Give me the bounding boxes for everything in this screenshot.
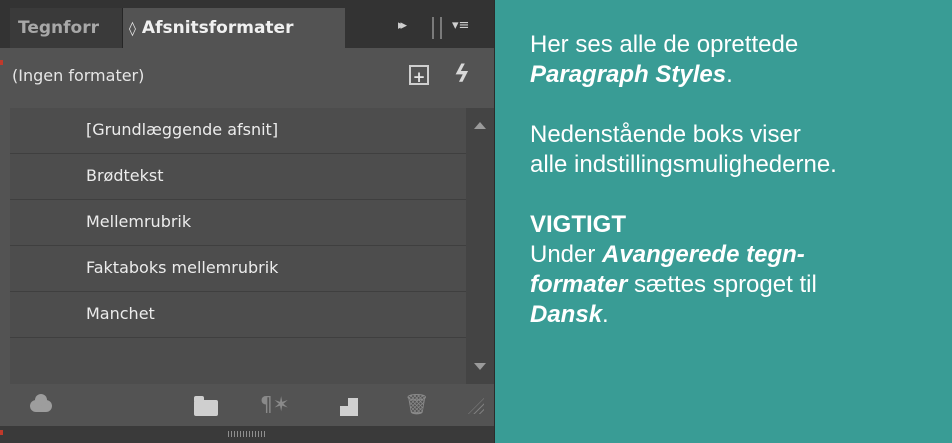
vertical-scrollbar[interactable] bbox=[466, 108, 494, 384]
trash-icon[interactable]: 🗑 bbox=[404, 390, 429, 418]
current-style-row: (Ingen formater) + ϟ bbox=[0, 48, 494, 108]
list-item[interactable]: Manchet bbox=[10, 292, 466, 338]
note-heading: VIGTIGT bbox=[530, 210, 940, 240]
note-text: Nedenstående boks viser bbox=[530, 121, 801, 148]
note-text: Her ses alle de oprettede bbox=[530, 31, 799, 58]
tab-paragraph-styles[interactable]: ◊ Afsnitsformater bbox=[123, 8, 345, 48]
note-line: formater sættes sproget til bbox=[530, 270, 940, 300]
note-line: Dansk. bbox=[530, 300, 940, 330]
note-text: . bbox=[602, 301, 609, 328]
edge-marker bbox=[0, 430, 3, 435]
list-item-label: Manchet bbox=[86, 304, 155, 323]
note-line: Under Avangerede tegn- bbox=[530, 240, 940, 270]
panel-tab-bar: Tegnforr ◊ Afsnitsformater ▸▸ ▾≡ bbox=[0, 0, 494, 48]
note-emphasis: Dansk bbox=[530, 301, 603, 328]
list-item-label: Faktaboks mellemrubrik bbox=[86, 258, 279, 277]
paragraph-styles-panel: Tegnforr ◊ Afsnitsformater ▸▸ ▾≡ (Ingen f… bbox=[0, 0, 495, 443]
scroll-up-icon[interactable] bbox=[474, 122, 486, 129]
note-text: sættes sproget til bbox=[627, 271, 817, 298]
note-emphasis: Avangerede tegn- bbox=[602, 241, 805, 268]
list-item-label: [Grundlæggende afsnit] bbox=[86, 120, 279, 139]
note-line: Nedenstående boks viser bbox=[530, 120, 940, 150]
list-item[interactable]: Faktaboks mellemrubrik bbox=[10, 246, 466, 292]
current-style-label: (Ingen formater) bbox=[12, 66, 145, 85]
new-style-icon[interactable] bbox=[340, 398, 358, 416]
panel-bottom-toolbar: ¶✶ 🗑 bbox=[0, 384, 494, 426]
edge-marker bbox=[0, 60, 3, 65]
instruction-note: Her ses alle de oprettede Paragraph Styl… bbox=[530, 30, 940, 330]
list-item-label: Mellemrubrik bbox=[86, 212, 192, 231]
list-item[interactable]: [Grundlæggende afsnit] bbox=[10, 108, 466, 154]
separator-icon bbox=[432, 17, 442, 39]
cloud-icon[interactable] bbox=[30, 394, 52, 412]
note-line: alle indstillingsmulighederne. bbox=[530, 150, 940, 180]
list-item-label: Brødtekst bbox=[86, 166, 164, 185]
style-list: [Grundlæggende afsnit] Brødtekst Mellemr… bbox=[10, 108, 466, 384]
resize-grip-icon[interactable] bbox=[468, 398, 484, 414]
pilcrow-icon[interactable]: ¶✶ bbox=[260, 390, 289, 418]
tab-character-styles[interactable]: Tegnforr bbox=[10, 8, 130, 48]
list-item[interactable]: Mellemrubrik bbox=[10, 200, 466, 246]
new-style-override-icon[interactable]: + bbox=[409, 65, 429, 86]
clear-overrides-icon[interactable]: ϟ bbox=[454, 60, 470, 88]
scroll-down-icon[interactable] bbox=[474, 363, 486, 370]
note-heading-text: VIGTIGT bbox=[530, 211, 626, 238]
scrollbar-grip-icon[interactable] bbox=[228, 431, 266, 437]
horizontal-scrollbar[interactable] bbox=[0, 426, 494, 443]
note-text: . bbox=[726, 61, 733, 88]
note-emphasis: Paragraph Styles bbox=[530, 61, 727, 88]
folder-icon[interactable] bbox=[194, 396, 218, 416]
panel-menu-icon[interactable]: ▾≡ bbox=[452, 14, 469, 38]
note-line: Her ses alle de oprettede bbox=[530, 30, 940, 60]
style-list-area: [Grundlæggende afsnit] Brødtekst Mellemr… bbox=[0, 108, 494, 384]
list-empty-row bbox=[10, 338, 466, 384]
note-line: Paragraph Styles. bbox=[530, 60, 940, 90]
note-text: Under bbox=[530, 241, 603, 268]
note-emphasis: formater bbox=[530, 271, 628, 298]
list-item[interactable]: Brødtekst bbox=[10, 154, 466, 200]
tab-paragraph-styles-label: Afsnitsformater bbox=[141, 18, 294, 38]
note-text: alle indstillingsmulighederne. bbox=[530, 151, 837, 178]
fast-forward-icon[interactable]: ▸▸ bbox=[398, 14, 407, 38]
tab-arrows-icon: ◊ bbox=[129, 21, 136, 37]
